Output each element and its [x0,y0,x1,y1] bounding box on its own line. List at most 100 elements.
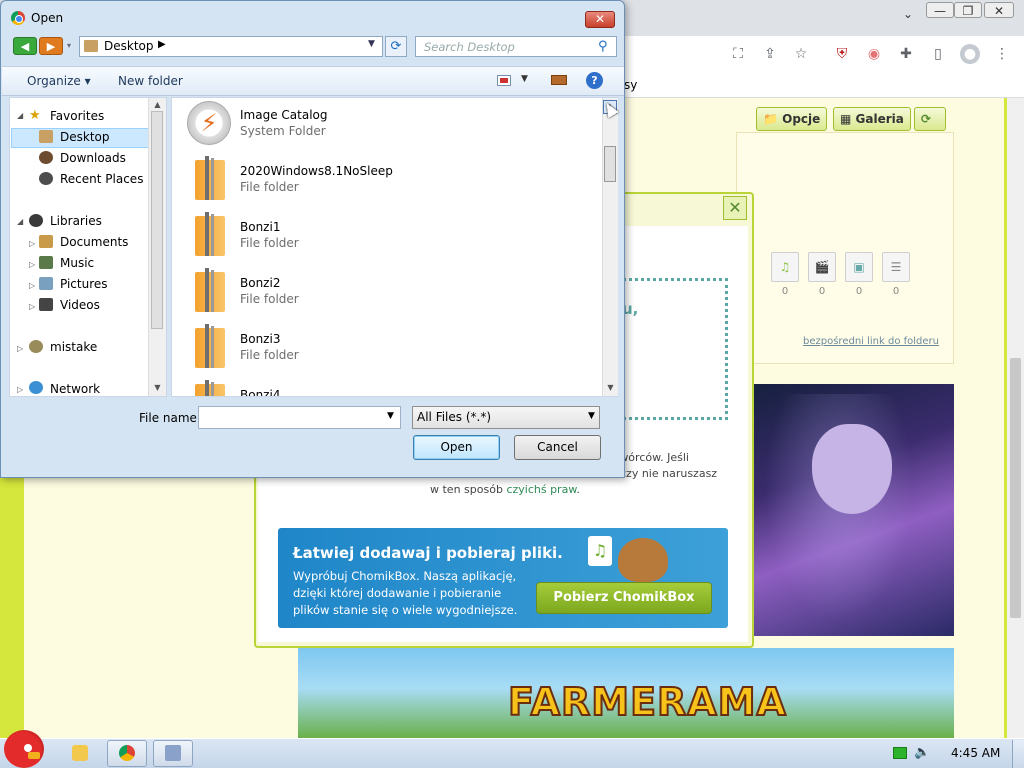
expand-icon[interactable]: ▷ [29,281,35,290]
nav-music[interactable]: Music [60,256,94,270]
search-input[interactable]: Search Desktop ⚲ [415,36,617,57]
address-text[interactable]: Desktop [104,39,154,53]
address-bar[interactable]: Desktop ▶ ▼ [79,36,383,57]
nav-desktop[interactable]: Desktop [60,130,110,144]
folder-icon[interactable] [191,380,229,396]
refresh-folder-button[interactable]: ⟳ [914,107,946,131]
bookmark-item-partial[interactable]: sy [624,78,637,92]
file-type-dropdown-icon[interactable]: ▼ [588,411,595,421]
nav-videos[interactable]: Videos [60,298,100,312]
file-list-scroll-thumb[interactable] [604,146,616,182]
music-files-icon[interactable]: ♫ [771,252,799,282]
forward-button[interactable]: ▶ [39,37,63,55]
nav-libraries[interactable]: Libraries [50,214,102,228]
ublock-extension-icon[interactable]: ⛨ [832,44,852,64]
file-name[interactable]: Bonzi2 [240,276,280,290]
page-scroll-thumb[interactable] [1010,358,1021,618]
file-explorer-icon[interactable] [72,745,88,761]
tab-search-button[interactable]: ⌄ [894,6,922,22]
show-desktop-button[interactable] [1012,740,1024,768]
translate-icon[interactable]: ⛶ [728,44,748,64]
file-type: File folder [240,292,299,306]
gallery-button[interactable]: ▦ Galeria [833,107,911,131]
download-chomikbox-button[interactable]: Pobierz ChomikBox [536,582,712,614]
document-files-icon[interactable]: ☰ [882,252,910,282]
image-catalog-icon[interactable]: ⚡ [187,101,231,145]
open-button[interactable]: Open [413,435,500,460]
expand-icon[interactable]: ▷ [17,344,23,353]
file-type-select[interactable]: All Files (*.*) [412,406,600,429]
nav-pictures[interactable]: Pictures [60,277,108,291]
dialog-close-button[interactable]: ✕ [585,11,615,28]
side-panel-icon[interactable]: ▯ [928,44,948,64]
breadcrumb-chevron-icon[interactable]: ▶ [158,39,166,50]
chomikbox-promo: Łatwiej dodawaj i pobieraj pliki. Wyprób… [278,528,728,628]
nav-favorites[interactable]: Favorites [50,109,104,123]
nav-recent-places[interactable]: Recent Places [60,172,143,186]
bookmark-star-icon[interactable]: ☆ [791,44,811,64]
new-folder-button[interactable]: New folder [118,74,183,88]
help-icon[interactable]: ? [586,72,603,89]
start-button-icon[interactable] [4,730,44,768]
file-name[interactable]: Bonzi4 [240,388,280,396]
page-scrollbar[interactable] [1007,98,1024,738]
organize-menu[interactable]: Organize ▾ [27,74,91,88]
nav-scroll-thumb[interactable] [151,111,163,329]
refresh-button[interactable]: ⟳ [385,36,407,57]
fantasy-game-ad[interactable] [754,384,954,636]
expand-icon[interactable]: ▷ [17,385,23,394]
profile-avatar-icon[interactable]: ● [960,44,980,64]
clock[interactable]: 4:45 AM [951,746,1000,760]
network-tray-icon[interactable] [893,747,907,759]
menu-kebab-icon[interactable]: ⋮ [992,44,1012,64]
file-list-scrollbar[interactable] [602,98,618,396]
nav-documents[interactable]: Documents [60,235,128,249]
open-file-dialog: Open ✕ ◀ ▶ ▾ Desktop ▶ ▼ ⟳ Search Deskto… [0,0,625,478]
folder-direct-link[interactable]: bezpośredni link do folderu [803,336,939,347]
folder-icon[interactable] [191,324,229,368]
nav-network[interactable]: Network [50,382,100,396]
maximize-button[interactable]: ❐ [954,2,982,18]
expand-collapse-icon[interactable]: ◢ [17,217,23,226]
search-icon[interactable]: ⚲ [598,39,608,54]
expand-icon[interactable]: ▷ [29,302,35,311]
file-name[interactable]: Bonzi1 [240,220,280,234]
recent-locations-dropdown[interactable]: ▾ [67,41,71,50]
scroll-up-icon[interactable]: ▲ [149,98,166,112]
farmerama-logo[interactable]: FARMERAMA [507,679,787,725]
folder-icon[interactable] [191,156,229,200]
file-name[interactable]: 2020Windows8.1NoSleep [240,164,393,178]
image-files-icon[interactable]: ▣ [845,252,873,282]
modal-close-button[interactable]: ✕ [723,196,747,220]
file-name-dropdown-icon[interactable]: ▼ [387,411,394,421]
nav-user[interactable]: mistake [50,340,97,354]
notice-line-3: w ten sposób czyichś praw. [430,482,730,498]
extension-icon[interactable]: ◉ [864,44,884,64]
preview-pane-icon[interactable] [551,75,567,85]
file-name[interactable]: Image Catalog [240,108,327,122]
expand-icon[interactable]: ▷ [29,260,35,269]
back-button[interactable]: ◀ [13,37,37,55]
share-icon[interactable]: ⇪ [760,44,780,64]
video-files-icon[interactable]: 🎬 [808,252,836,282]
view-dropdown-icon[interactable]: ▼ [521,74,528,84]
file-name[interactable]: Bonzi3 [240,332,280,346]
close-window-button[interactable]: ✕ [984,2,1014,18]
expand-icon[interactable]: ▷ [29,239,35,248]
volume-icon[interactable]: 🔈 [914,745,930,760]
others-rights-link[interactable]: czyichś praw [506,483,576,496]
scroll-down-icon[interactable]: ▼ [149,381,166,395]
minimize-button[interactable]: — [926,2,954,18]
expand-collapse-icon[interactable]: ◢ [17,111,23,120]
folder-icon[interactable] [191,212,229,256]
file-name-input[interactable] [198,406,401,429]
music-count: 0 [781,286,789,297]
scroll-down-icon[interactable]: ▼ [602,381,619,395]
extensions-puzzle-icon[interactable]: ✚ [896,44,916,64]
address-dropdown-icon[interactable]: ▼ [368,39,375,49]
options-button[interactable]: 📁 Opcje [756,107,828,131]
change-view-icon[interactable] [497,75,511,86]
nav-downloads[interactable]: Downloads [60,151,126,165]
cancel-button[interactable]: Cancel [514,435,601,460]
folder-icon[interactable] [191,268,229,312]
